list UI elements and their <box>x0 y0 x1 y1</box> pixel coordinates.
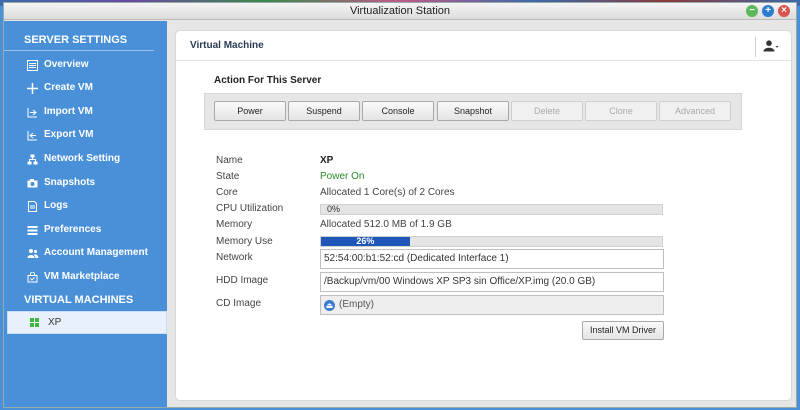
sidebar-item-import-vm[interactable]: Import VM <box>26 102 93 122</box>
action-section-title: Action For This Server <box>214 75 322 86</box>
cpu-utilization-bar: 0% <box>320 204 663 215</box>
memory-use-bar: 26% <box>320 236 663 247</box>
plus-icon <box>26 82 39 95</box>
sidebar-item-export-vm[interactable]: Export VM <box>26 125 93 145</box>
eject-icon[interactable]: ⏏ <box>324 299 335 311</box>
page-title: Virtual Machine <box>190 40 264 51</box>
account-icon <box>26 247 39 260</box>
sidebar-item-account-management[interactable]: Account Management <box>26 243 148 263</box>
preferences-icon <box>26 224 39 237</box>
memory-use-label: Memory Use <box>216 236 273 247</box>
suspend-button[interactable]: Suspend <box>288 101 360 121</box>
sidebar-item-label: Snapshots <box>44 177 96 188</box>
network-label: Network <box>216 252 253 263</box>
memory-use-value: 26% <box>356 236 375 246</box>
close-button[interactable]: × <box>778 5 790 17</box>
hdd-image-label: HDD Image <box>216 275 269 286</box>
cpu-utilization-label: CPU Utilization <box>216 203 284 214</box>
name-value: XP <box>320 155 334 166</box>
sidebar-item-snapshots[interactable]: Snapshots <box>26 173 95 193</box>
sidebar-item-label: Import VM <box>44 106 93 117</box>
marketplace-icon <box>26 271 39 284</box>
cd-image-field[interactable]: ⏏ (Empty) <box>320 295 664 315</box>
network-field: 52:54:00:b1:52:cd (Dedicated Interface 1… <box>320 249 664 269</box>
server-settings-heading: SERVER SETTINGS <box>4 29 154 51</box>
app-window: Virtualization Station − + × SERVER SETT… <box>3 2 797 408</box>
sidebar-vm-item-xp[interactable]: XP <box>7 311 167 334</box>
install-vm-driver-button[interactable]: Install VM Driver <box>582 321 664 340</box>
delete-button[interactable]: Delete <box>511 101 583 121</box>
sidebar-item-logs[interactable]: Logs <box>26 196 68 216</box>
sidebar-item-label: Network Setting <box>44 153 121 164</box>
state-value: Power On <box>320 171 365 182</box>
network-icon <box>26 153 39 166</box>
windows-vm-icon <box>30 317 40 328</box>
sidebar-item-network-setting[interactable]: Network Setting <box>26 149 120 169</box>
sidebar-item-label: Preferences <box>44 224 102 235</box>
memory-value: Allocated 512.0 MB of 1.9 GB <box>320 219 452 230</box>
logs-icon <box>26 200 39 213</box>
sidebar-item-preferences[interactable]: Preferences <box>26 220 101 240</box>
sidebar-item-label: Logs <box>44 200 68 211</box>
sidebar-item-label: Create VM <box>44 82 93 93</box>
overview-icon <box>26 59 39 72</box>
vm-item-label: XP <box>48 317 62 328</box>
memory-use-fill: 26% <box>321 236 410 246</box>
user-icon <box>763 39 779 55</box>
console-button[interactable]: Console <box>362 101 434 121</box>
title-bar: Virtualization Station − + × <box>4 3 796 20</box>
panel-header: Virtual Machine <box>176 31 791 61</box>
main-panel: Virtual Machine Action For This Server P… <box>175 30 792 401</box>
sidebar-item-vm-marketplace[interactable]: VM Marketplace <box>26 267 120 287</box>
hdd-image-field: /Backup/vm/00 Windows XP SP3 sin Office/… <box>320 272 664 292</box>
sidebar-item-label: Overview <box>44 59 89 70</box>
window-title: Virtualization Station <box>349 5 451 17</box>
user-menu-button[interactable] <box>755 37 785 57</box>
sidebar-item-label: Export VM <box>44 129 94 140</box>
sidebar-item-label: Account Management <box>44 247 148 258</box>
sidebar-item-label: VM Marketplace <box>44 271 120 282</box>
power-button[interactable]: Power <box>214 101 286 121</box>
window-controls: − + × <box>746 5 790 17</box>
state-label: State <box>216 171 240 182</box>
action-toolbar: Power Suspend Console Snapshot Delete Cl… <box>204 93 742 130</box>
core-label: Core <box>216 187 238 198</box>
core-value: Allocated 1 Core(s) of 2 Cores <box>320 187 455 198</box>
export-icon <box>26 129 39 142</box>
maximize-button[interactable]: + <box>762 5 774 17</box>
sidebar-item-overview[interactable]: Overview <box>26 55 88 75</box>
sidebar-item-create-vm[interactable]: Create VM <box>26 78 93 98</box>
clone-button[interactable]: Clone <box>585 101 657 121</box>
name-label: Name <box>216 155 243 166</box>
advanced-button[interactable]: Advanced <box>659 101 731 121</box>
sidebar: SERVER SETTINGS Overview Create VM Impor… <box>4 21 167 407</box>
minimize-button[interactable]: − <box>746 5 758 17</box>
virtual-machines-heading: VIRTUAL MACHINES <box>24 294 134 306</box>
import-icon <box>26 106 39 119</box>
cd-image-value: (Empty) <box>339 299 374 310</box>
snapshot-button[interactable]: Snapshot <box>437 101 509 121</box>
snapshot-icon <box>26 177 39 190</box>
memory-label: Memory <box>216 219 253 230</box>
cd-image-label: CD Image <box>216 298 262 309</box>
cpu-utilization-value: 0% <box>327 204 341 214</box>
